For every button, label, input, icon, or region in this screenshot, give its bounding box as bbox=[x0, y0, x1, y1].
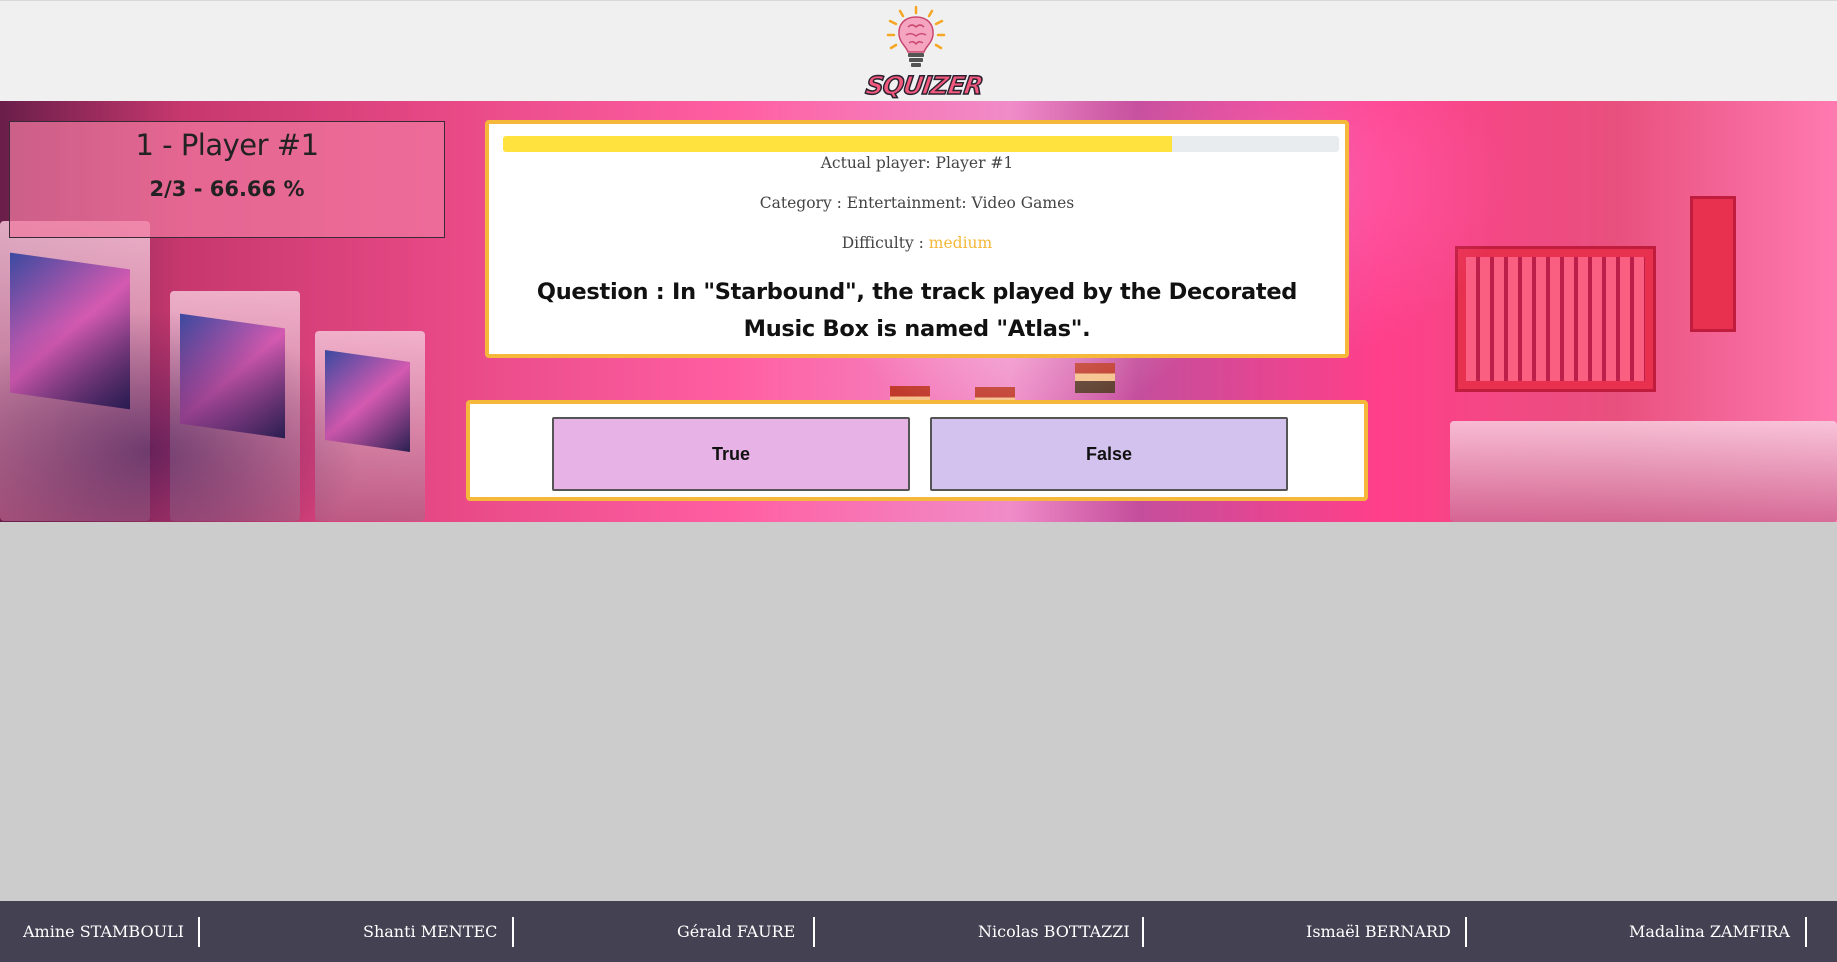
footer-divider bbox=[1142, 917, 1144, 947]
footer-divider bbox=[512, 917, 514, 947]
scoreboard-score: 2/3 - 66.66 % bbox=[149, 177, 305, 201]
difficulty-label: Difficulty : bbox=[841, 234, 929, 252]
question-text: Question : In "Starbound", the track pla… bbox=[536, 279, 1298, 342]
answers-card: True False bbox=[466, 400, 1368, 501]
difficulty-value: medium bbox=[928, 234, 993, 252]
question-difficulty: Difficulty : medium bbox=[489, 234, 1345, 252]
footer-credit: Ismaël BERNARD bbox=[1306, 922, 1451, 941]
footer-credit: Madalina ZAMFIRA bbox=[1629, 922, 1790, 941]
footer-credit: Gérald FAURE bbox=[677, 922, 796, 941]
scoreboard-player-title: 1 - Player #1 bbox=[135, 128, 319, 162]
header: SQUIZER bbox=[0, 0, 1837, 101]
footer-divider bbox=[1805, 917, 1807, 947]
footer-credit: Nicolas BOTTAZZI bbox=[978, 922, 1130, 941]
logo[interactable]: SQUIZER bbox=[863, 5, 985, 101]
logo-text: SQUIZER bbox=[863, 70, 985, 101]
progress-bar-fill bbox=[503, 136, 1172, 152]
footer-credit: Amine STAMBOULI bbox=[23, 922, 184, 941]
footer-divider bbox=[198, 917, 200, 947]
footer-divider bbox=[1465, 917, 1467, 947]
footer-credit: Shanti MENTEC bbox=[363, 922, 498, 941]
actual-player: Actual player: Player #1 bbox=[820, 154, 1014, 172]
footer-divider bbox=[813, 917, 815, 947]
answer-true-button[interactable]: True bbox=[552, 417, 910, 491]
question-card: Actual player: Player #1 Category : Ente… bbox=[485, 120, 1349, 358]
answer-false-button[interactable]: False bbox=[930, 417, 1288, 491]
question-category: Category : Entertainment: Video Games bbox=[759, 194, 1075, 212]
lightbulb-brain-icon bbox=[886, 5, 946, 67]
scoreboard-panel: 1 - Player #1 2/3 - 66.66 % bbox=[9, 121, 445, 238]
progress-bar bbox=[503, 136, 1339, 152]
footer: Amine STAMBOULI Shanti MENTEC Gérald FAU… bbox=[0, 901, 1837, 962]
